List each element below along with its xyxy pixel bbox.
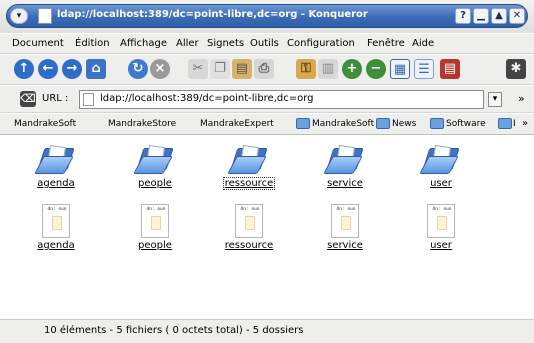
menu-bar: Document Édition Affichage Aller Signets…	[0, 34, 534, 54]
menu-signets[interactable]: Signets	[207, 38, 244, 49]
location-bar: ⌫ URL : ldap://localhost:389/dc=point-li…	[0, 86, 534, 113]
title-bar: ▾ ldap://localhost:389/dc=point-libre,dc…	[0, 0, 534, 33]
cut-icon[interactable]: ✂	[188, 59, 208, 79]
bookmark-folder[interactable]: I	[513, 119, 516, 129]
page-icon	[83, 93, 94, 106]
sidebar-icon[interactable]: ▥	[318, 59, 338, 79]
close-button[interactable]: ✕	[509, 8, 525, 24]
folder-icon	[323, 144, 364, 176]
file-item-people[interactable]: dn: oun people	[115, 204, 195, 251]
bookmark-folder[interactable]: Software	[446, 119, 486, 129]
url-value: ldap://localhost:389/dc=point-libre,dc=o…	[100, 93, 314, 104]
menu-outils[interactable]: Outils	[250, 38, 279, 49]
folder-label: agenda	[37, 178, 75, 189]
folder-label: service	[327, 178, 363, 189]
menu-affichage[interactable]: Affichage	[120, 38, 167, 49]
help-button[interactable]: ?	[455, 8, 471, 24]
document-icon	[38, 8, 52, 24]
folder-icon	[430, 118, 444, 129]
folder-icon	[227, 144, 268, 176]
file-item-service[interactable]: dn: oun service	[305, 204, 385, 251]
folder-label: user	[430, 178, 452, 189]
back-icon[interactable]: ←	[38, 59, 58, 79]
ldif-file-icon: dn: oun	[331, 204, 359, 238]
bookmark-item[interactable]: MandrakeExpert	[200, 119, 274, 129]
minimize-button[interactable]: ▁	[473, 8, 489, 24]
folder-item-service[interactable]: service	[305, 144, 385, 189]
status-text: 10 éléments - 5 fichiers ( 0 octets tota…	[44, 325, 304, 336]
forward-icon[interactable]: →	[62, 59, 82, 79]
menu-configuration[interactable]: Configuration	[287, 38, 355, 49]
folder-icon	[376, 118, 390, 129]
main-toolbar: ↑ ← → ⌂ ↻ × ✂ ❐ ▤ ⎙ ⚿ ▥ + − ▦ ☰ ▤ ✱	[0, 55, 534, 85]
reload-icon[interactable]: ↻	[128, 59, 148, 79]
print-icon[interactable]: ⎙	[254, 59, 274, 79]
folder-item-agenda[interactable]: agenda	[16, 144, 96, 189]
folder-icon	[133, 144, 174, 176]
detail-view-icon[interactable]: ☰	[414, 59, 434, 79]
file-label: agenda	[37, 240, 75, 251]
url-overflow[interactable]: »	[518, 92, 525, 105]
paste-icon[interactable]: ▤	[232, 59, 252, 79]
folder-icon	[296, 118, 310, 129]
menu-fenetre[interactable]: Fenêtre	[367, 38, 405, 49]
file-view: agenda people ressource service user dn:…	[0, 136, 534, 319]
ldif-file-icon: dn: oun	[235, 204, 263, 238]
folder-icon	[419, 144, 460, 176]
file-item-ressource[interactable]: dn: oun ressource	[209, 204, 289, 251]
menu-document[interactable]: Document	[12, 38, 64, 49]
folder-item-people[interactable]: people	[115, 144, 195, 189]
ldif-file-icon: dn: oun	[42, 204, 70, 238]
bookmark-folder[interactable]: MandrakeSoft	[312, 119, 374, 129]
file-item-agenda[interactable]: dn: oun agenda	[16, 204, 96, 251]
menu-edition[interactable]: Édition	[75, 38, 110, 49]
title-pill: ▾ ldap://localhost:389/dc=point-libre,dc…	[6, 4, 528, 28]
menu-aller[interactable]: Aller	[176, 38, 199, 49]
folder-label: people	[138, 178, 172, 189]
menu-aide[interactable]: Aide	[412, 38, 434, 49]
file-label: people	[138, 240, 172, 251]
firewall-icon[interactable]: ▤	[440, 59, 460, 79]
file-label: service	[327, 240, 363, 251]
bookmark-item[interactable]: MandrakeSoft	[14, 119, 76, 129]
icon-view-icon[interactable]: ▦	[390, 59, 410, 79]
file-item-user[interactable]: dn: oun user	[401, 204, 481, 251]
permissions-icon[interactable]: ⚿	[296, 59, 316, 79]
folder-icon	[34, 144, 75, 176]
stop-icon[interactable]: ×	[150, 59, 170, 79]
bookmark-folder[interactable]: News	[392, 119, 416, 129]
bookmarks-overflow[interactable]: »	[522, 118, 528, 129]
ldif-file-icon: dn: oun	[141, 204, 169, 238]
folder-item-user[interactable]: user	[401, 144, 481, 189]
clear-location-icon[interactable]: ⌫	[20, 91, 36, 107]
status-bar: 10 éléments - 5 fichiers ( 0 octets tota…	[0, 319, 534, 343]
folder-item-ressource[interactable]: ressource	[209, 144, 289, 190]
bookmarks-bar: MandrakeSoft MandrakeStore MandrakeExper…	[0, 114, 534, 135]
url-history-dropdown[interactable]: ▾	[488, 92, 502, 107]
up-arrow-icon[interactable]: ↑	[14, 59, 34, 79]
bookmark-item[interactable]: MandrakeStore	[108, 119, 176, 129]
window-menu-button[interactable]: ▾	[10, 8, 28, 24]
url-input[interactable]: ldap://localhost:389/dc=point-libre,dc=o…	[79, 90, 484, 109]
maximize-button[interactable]: ▲	[491, 8, 507, 24]
window-title: ldap://localhost:389/dc=point-libre,dc=o…	[57, 9, 368, 20]
url-label: URL :	[42, 93, 69, 104]
ldif-file-icon: dn: oun	[427, 204, 455, 238]
folder-icon	[498, 118, 512, 129]
file-label: ressource	[224, 240, 274, 251]
activity-icon: ✱	[506, 59, 526, 79]
copy-icon[interactable]: ❐	[210, 59, 230, 79]
zoom-out-icon[interactable]: −	[366, 59, 386, 79]
zoom-in-icon[interactable]: +	[342, 59, 362, 79]
home-icon[interactable]: ⌂	[86, 59, 106, 79]
folder-label: ressource	[222, 177, 276, 190]
file-label: user	[430, 240, 452, 251]
